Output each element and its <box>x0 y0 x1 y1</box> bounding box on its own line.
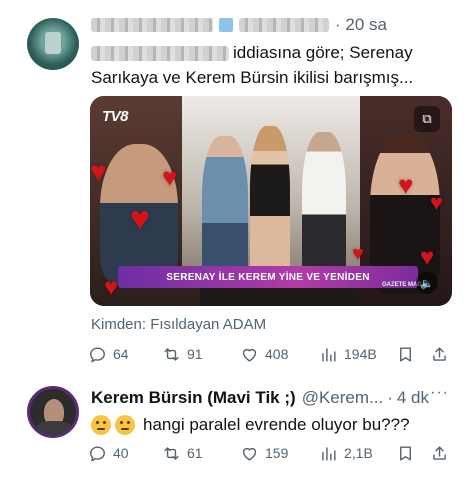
reply-count: 64 <box>113 346 129 362</box>
heart-sticker-icon: ♥ <box>130 200 151 238</box>
tweet-header: · 20 sa <box>91 13 387 37</box>
views-button[interactable]: 194B <box>319 345 377 364</box>
heart-sticker-icon: ♥ <box>90 156 107 187</box>
heart-sticker-icon: ♥ <box>352 243 364 265</box>
view-count: 194B <box>344 346 377 362</box>
reply-button[interactable]: 40 <box>88 444 129 463</box>
retweet-icon <box>164 446 179 460</box>
blurred-display-name <box>91 18 213 32</box>
thinking-face-emoji <box>115 415 135 435</box>
bookmark-button[interactable] <box>396 444 415 463</box>
views-bar-chart-icon <box>322 347 336 362</box>
channel-logo: TV8 <box>102 108 129 125</box>
media-options-icon[interactable]: ⧉ <box>414 106 440 132</box>
retweet-button[interactable]: 91 <box>162 345 203 364</box>
tweet-media-video[interactable]: ♥ ♥ ♥ ♥ ♥ ♥ ♥ ♥ TV8 ⧉ SERENAY İLE KEREM … <box>90 96 452 306</box>
avatar-shirt <box>36 421 72 435</box>
retweet-count: 91 <box>187 346 203 362</box>
like-button[interactable]: 159 <box>240 444 288 463</box>
like-count: 408 <box>265 346 289 362</box>
heart-icon <box>242 348 257 362</box>
tweet-text-content: hangi paralel evrende oluyor bu??? <box>143 415 410 434</box>
media-source[interactable]: Kimden: Fısıldayan ADAM <box>91 316 266 333</box>
views-button[interactable]: 2,1B <box>319 444 373 463</box>
media-caption-banner: SERENAY İLE KEREM YİNE VE YENİDEN <box>118 266 418 288</box>
views-bar-chart-icon <box>322 446 336 461</box>
tweet-text: iddiasına göre; Serenay Sarıkaya ve Kere… <box>91 40 461 90</box>
retweet-count: 61 <box>187 445 203 461</box>
heart-sticker-icon: ♥ <box>398 170 414 200</box>
tweet-text-line: Sarıkaya ve Kerem Bürsin ikilisi barışmı… <box>91 68 414 87</box>
retweet-button[interactable]: 61 <box>162 444 203 463</box>
view-count: 2,1B <box>344 445 373 461</box>
blurred-handle <box>239 18 329 32</box>
media-person <box>302 132 346 282</box>
heart-sticker-icon: ♥ <box>430 190 444 215</box>
more-options-icon[interactable]: ··· <box>430 384 449 402</box>
verified-badge-icon <box>219 18 233 32</box>
tweet-text-line: iddiasına göre; Serenay <box>233 43 413 62</box>
reply-button[interactable]: 64 <box>88 345 129 364</box>
tweet-time[interactable]: 4 dk <box>397 388 429 408</box>
tweet-text: hangi paralel evrende oluyor bu??? <box>91 414 410 436</box>
user-handle[interactable]: @Kerem... <box>302 388 384 408</box>
heart-icon <box>242 447 257 461</box>
heart-sticker-icon: ♥ <box>420 244 435 271</box>
display-name[interactable]: Kerem Bürsin (Mavi Tik ;) <box>91 388 296 408</box>
share-icon <box>433 346 446 361</box>
tweet-time[interactable]: · 20 sa <box>335 15 387 35</box>
avatar[interactable] <box>27 386 79 438</box>
bookmark-icon <box>400 445 411 461</box>
share-button[interactable] <box>430 345 449 364</box>
like-count: 159 <box>265 445 289 461</box>
media-person <box>250 126 290 281</box>
mute-volume-icon[interactable]: 🔈 <box>416 272 438 294</box>
blurred-text <box>91 46 229 62</box>
heart-sticker-icon: ♥ <box>162 162 178 192</box>
heart-sticker-icon: ♥ <box>104 274 119 301</box>
avatar[interactable] <box>27 18 79 70</box>
retweet-icon <box>164 347 179 361</box>
reply-icon <box>90 346 105 362</box>
tweet-reply[interactable]: Kerem Bürsin (Mavi Tik ;) @Kerem... · 4 … <box>0 372 467 482</box>
bookmark-button[interactable] <box>396 345 415 364</box>
share-icon <box>433 445 446 460</box>
share-button[interactable] <box>430 444 449 463</box>
reply-count: 40 <box>113 445 129 461</box>
separator-dot: · <box>387 388 393 407</box>
tweet-header: Kerem Bürsin (Mavi Tik ;) @Kerem... · 4 … <box>91 386 429 410</box>
bookmark-icon <box>400 346 411 362</box>
tweet-actions: 64 91 408 194B <box>88 343 458 365</box>
media-person <box>202 136 248 286</box>
reply-icon <box>90 445 105 461</box>
thinking-face-emoji <box>91 415 111 435</box>
tweet-actions: 40 61 159 2,1B <box>88 442 458 464</box>
tweet-quoted[interactable]: · 20 sa iddiasına göre; Serenay Sarıkaya… <box>0 0 467 372</box>
like-button[interactable]: 408 <box>240 345 288 364</box>
